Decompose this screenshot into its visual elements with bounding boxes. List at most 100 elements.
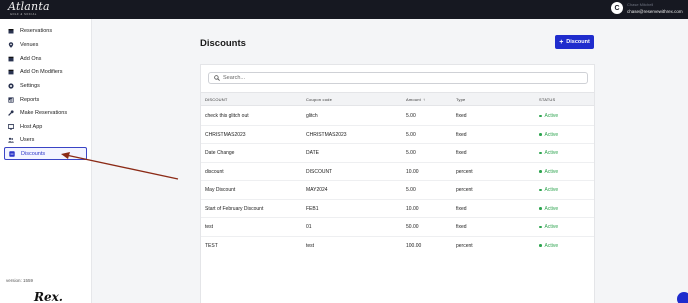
sidebar-item-add-ons[interactable]: Add Ons — [4, 53, 87, 64]
table-row[interactable]: check this glitch out glitch 5.00 fixed … — [201, 107, 594, 126]
column-header-amount[interactable]: Amount ↑ — [406, 97, 425, 102]
amount: 5.00 — [406, 131, 416, 138]
table-row[interactable]: CHRISTMAS2023 CHRISTMAS2023 5.00 fixed A… — [201, 126, 594, 144]
amount: 5.00 — [406, 113, 416, 119]
status-label: Active — [544, 242, 559, 249]
sidebar-item-users[interactable]: Users — [4, 134, 87, 145]
box-icon — [8, 69, 14, 75]
sidebar-item-label: Host App — [20, 123, 43, 130]
status-badge: Active — [539, 206, 558, 212]
amount: 10.00 — [406, 205, 419, 212]
box-icon — [8, 56, 14, 62]
coupon-code: DATE — [306, 150, 319, 156]
discount-type: fixed — [456, 113, 467, 119]
amount: 5.00 — [406, 150, 416, 156]
sort-ascending-icon: ↑ — [423, 97, 426, 102]
sidebar-item-reservations[interactable]: Reservations — [4, 25, 87, 36]
chart-icon — [8, 96, 14, 103]
status-badge: Active — [539, 187, 558, 193]
sidebar-item-label: Users — [20, 136, 35, 143]
table-row[interactable]: May Discount MAY2024 5.00 percent Active — [201, 181, 594, 200]
table-row[interactable]: TEST test 100.00 percent Active — [201, 237, 594, 256]
annotation-arrow-icon — [61, 152, 179, 180]
sidebar-item-label: Settings — [20, 82, 40, 89]
sidebar-item-label: Reservations — [20, 27, 53, 34]
sidebar-item-make-reservations[interactable]: Make Reservations — [4, 107, 87, 118]
status-badge: Active — [539, 113, 558, 119]
table-row[interactable]: Date Change DATE 5.00 fixed Active — [201, 144, 594, 163]
status-dot-icon — [539, 151, 542, 155]
search-icon — [214, 75, 220, 81]
column-header-amount-label: Amount — [406, 97, 421, 102]
discount-name: CHRISTMAS2023 — [205, 131, 246, 138]
status-label: Active — [544, 224, 559, 230]
table-row[interactable]: Start of February Discount FEB1 10.00 fi… — [201, 200, 594, 218]
amount: 100.00 — [406, 242, 422, 249]
sidebar-item-settings[interactable]: Settings — [4, 80, 87, 91]
search-box[interactable] — [208, 72, 588, 84]
amount: 50.00 — [406, 224, 419, 230]
amount: 5.00 — [406, 187, 416, 193]
discount-name: test — [205, 224, 214, 230]
add-discount-button[interactable]: + Discount — [555, 35, 594, 49]
status-dot-icon — [539, 114, 542, 118]
sidebar-item-add-on-modifiers[interactable]: Add On Modifiers — [4, 66, 87, 77]
discount-type: fixed — [456, 150, 467, 156]
status-badge: Active — [539, 243, 558, 249]
user-name: Chase Mitchell — [627, 2, 654, 7]
avatar[interactable]: C — [611, 2, 623, 14]
discount-type: percent — [456, 242, 473, 249]
version-label: version: 1559 — [6, 278, 34, 283]
discount-type: fixed — [456, 205, 467, 212]
table-row[interactable]: test 01 50.00 fixed Active — [201, 218, 594, 237]
monitor-icon — [8, 123, 14, 130]
status-dot-icon — [539, 207, 542, 210]
column-header-discount[interactable]: DISCOUNT — [205, 97, 228, 102]
discount-name: TEST — [205, 242, 218, 249]
coupon-code: FEB1 — [306, 205, 319, 212]
status-dot-icon — [539, 225, 542, 229]
discount-name: discount — [205, 168, 224, 175]
status-dot-icon — [539, 244, 542, 247]
sidebar-item-host-app[interactable]: Host App — [4, 121, 87, 132]
status-badge: Active — [539, 169, 558, 175]
coupon-code: 01 — [306, 224, 312, 230]
status-label: Active — [544, 168, 559, 175]
brand-logo[interactable]: Atlanta GOLF & SOCIAL — [8, 0, 50, 18]
tag-icon — [9, 150, 15, 157]
coupon-code: DISCOUNT — [306, 168, 333, 175]
sidebar-item-label: Add Ons — [20, 55, 42, 62]
status-dot-icon — [539, 133, 542, 136]
calendar-icon — [8, 28, 14, 34]
status-label: Active — [544, 131, 559, 138]
wrench-icon — [8, 109, 14, 116]
discount-name: May Discount — [205, 187, 236, 193]
rex-logo: Rex. — [34, 290, 63, 303]
column-header-status[interactable]: STATUS — [539, 97, 555, 102]
status-dot-icon — [539, 170, 542, 173]
table-header: DISCOUNT Coupon code Amount ↑ Type STATUS — [201, 92, 594, 106]
sidebar-item-label: Make Reservations — [20, 109, 68, 116]
sidebar-item-label: Venues — [20, 41, 39, 48]
sidebar-item-venues[interactable]: Venues — [4, 39, 87, 50]
table-row[interactable]: discount DISCOUNT 10.00 percent Active — [201, 163, 594, 181]
gear-icon — [8, 82, 14, 89]
discount-type: fixed — [456, 224, 467, 230]
coupon-code: MAY2024 — [306, 187, 328, 193]
column-header-type[interactable]: Type — [456, 97, 465, 102]
amount: 10.00 — [406, 168, 419, 175]
coupon-code: CHRISTMAS2023 — [306, 131, 347, 138]
column-header-coupon-code[interactable]: Coupon code — [306, 97, 332, 102]
search-input[interactable] — [223, 75, 563, 81]
sidebar-item-label: Reports — [20, 96, 40, 103]
help-chat-icon[interactable] — [677, 292, 688, 303]
discounts-table-card: DISCOUNT Coupon code Amount↑ Type STATUS… — [200, 64, 595, 303]
brand-name: Atlanta — [8, 0, 50, 13]
location-pin-icon — [8, 41, 14, 48]
plus-icon: + — [559, 38, 564, 46]
discount-type: percent — [456, 187, 473, 193]
sidebar-item-reports[interactable]: Reports — [4, 94, 87, 105]
top-bar: Atlanta GOLF & SOCIAL C Chase Mitchell c… — [0, 0, 688, 19]
users-icon — [8, 137, 14, 143]
user-email: chase@reservewithrex.com — [627, 9, 683, 14]
